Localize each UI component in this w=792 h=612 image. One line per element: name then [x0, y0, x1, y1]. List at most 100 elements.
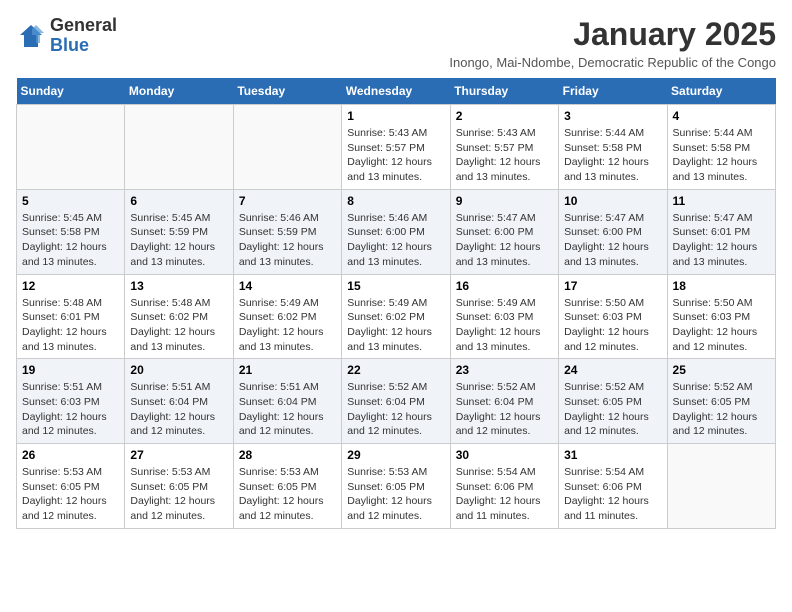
table-row: 1 Sunrise: 5:43 AMSunset: 5:57 PMDaylight…	[342, 105, 450, 190]
location-subtitle: Inongo, Mai-Ndombe, Democratic Republic …	[449, 55, 776, 70]
calendar-week-5: 26 Sunrise: 5:53 AMSunset: 6:05 PMDayligh…	[17, 444, 776, 529]
table-row: 12 Sunrise: 5:48 AMSunset: 6:01 PMDayligh…	[17, 274, 125, 359]
day-number: 25	[673, 363, 770, 377]
calendar-week-3: 12 Sunrise: 5:48 AMSunset: 6:01 PMDayligh…	[17, 274, 776, 359]
day-info: Sunrise: 5:48 AMSunset: 6:01 PMDaylight:…	[22, 296, 119, 355]
day-info: Sunrise: 5:53 AMSunset: 6:05 PMDaylight:…	[239, 465, 336, 524]
logo-general-text: General	[50, 15, 117, 35]
table-row	[667, 444, 775, 529]
day-number: 23	[456, 363, 553, 377]
logo-icon	[16, 21, 46, 51]
day-info: Sunrise: 5:53 AMSunset: 6:05 PMDaylight:…	[22, 465, 119, 524]
day-info: Sunrise: 5:52 AMSunset: 6:05 PMDaylight:…	[564, 380, 661, 439]
col-sunday: Sunday	[17, 78, 125, 105]
table-row: 14 Sunrise: 5:49 AMSunset: 6:02 PMDayligh…	[233, 274, 341, 359]
day-info: Sunrise: 5:49 AMSunset: 6:02 PMDaylight:…	[239, 296, 336, 355]
table-row: 17 Sunrise: 5:50 AMSunset: 6:03 PMDayligh…	[559, 274, 667, 359]
day-number: 28	[239, 448, 336, 462]
day-info: Sunrise: 5:45 AMSunset: 5:58 PMDaylight:…	[22, 211, 119, 270]
page-header: General Blue January 2025 Inongo, Mai-Nd…	[16, 16, 776, 70]
day-info: Sunrise: 5:43 AMSunset: 5:57 PMDaylight:…	[347, 126, 444, 185]
table-row: 9Sunrise: 5:47 AMSunset: 6:00 PMDaylight…	[450, 189, 558, 274]
day-number: 3	[564, 109, 661, 123]
day-info: Sunrise: 5:47 AMSunset: 6:01 PMDaylight:…	[673, 211, 770, 270]
table-row: 23Sunrise: 5:52 AMSunset: 6:04 PMDayligh…	[450, 359, 558, 444]
day-info: Sunrise: 5:53 AMSunset: 6:05 PMDaylight:…	[130, 465, 227, 524]
table-row: 15 Sunrise: 5:49 AMSunset: 6:02 PMDayligh…	[342, 274, 450, 359]
calendar-table: Sunday Monday Tuesday Wednesday Thursday…	[16, 78, 776, 529]
table-row: 22Sunrise: 5:52 AMSunset: 6:04 PMDayligh…	[342, 359, 450, 444]
day-number: 24	[564, 363, 661, 377]
calendar-week-1: 1 Sunrise: 5:43 AMSunset: 5:57 PMDaylight…	[17, 105, 776, 190]
day-info: Sunrise: 5:54 AMSunset: 6:06 PMDaylight:…	[564, 465, 661, 524]
day-info: Sunrise: 5:52 AMSunset: 6:04 PMDaylight:…	[347, 380, 444, 439]
col-monday: Monday	[125, 78, 233, 105]
day-info: Sunrise: 5:50 AMSunset: 6:03 PMDaylight:…	[673, 296, 770, 355]
table-row: 19 Sunrise: 5:51 AMSunset: 6:03 PMDayligh…	[17, 359, 125, 444]
day-number: 1	[347, 109, 444, 123]
table-row: 24 Sunrise: 5:52 AMSunset: 6:05 PMDayligh…	[559, 359, 667, 444]
table-row: 25 Sunrise: 5:52 AMSunset: 6:05 PMDayligh…	[667, 359, 775, 444]
table-row: 18 Sunrise: 5:50 AMSunset: 6:03 PMDayligh…	[667, 274, 775, 359]
day-info: Sunrise: 5:51 AMSunset: 6:04 PMDaylight:…	[239, 380, 336, 439]
table-row: 10Sunrise: 5:47 AMSunset: 6:00 PMDayligh…	[559, 189, 667, 274]
day-info: Sunrise: 5:50 AMSunset: 6:03 PMDaylight:…	[564, 296, 661, 355]
day-number: 14	[239, 279, 336, 293]
table-row: 3Sunrise: 5:44 AMSunset: 5:58 PMDaylight…	[559, 105, 667, 190]
table-row: 6 Sunrise: 5:45 AMSunset: 5:59 PMDaylight…	[125, 189, 233, 274]
day-info: Sunrise: 5:51 AMSunset: 6:03 PMDaylight:…	[22, 380, 119, 439]
day-number: 9	[456, 194, 553, 208]
day-number: 5	[22, 194, 119, 208]
day-number: 15	[347, 279, 444, 293]
day-info: Sunrise: 5:49 AMSunset: 6:02 PMDaylight:…	[347, 296, 444, 355]
calendar-week-2: 5 Sunrise: 5:45 AMSunset: 5:58 PMDaylight…	[17, 189, 776, 274]
table-row: 21 Sunrise: 5:51 AMSunset: 6:04 PMDayligh…	[233, 359, 341, 444]
table-row	[233, 105, 341, 190]
table-row: 13 Sunrise: 5:48 AMSunset: 6:02 PMDayligh…	[125, 274, 233, 359]
table-row: 4 Sunrise: 5:44 AMSunset: 5:58 PMDaylight…	[667, 105, 775, 190]
title-block: January 2025 Inongo, Mai-Ndombe, Democra…	[449, 16, 776, 70]
table-row: 27Sunrise: 5:53 AMSunset: 6:05 PMDayligh…	[125, 444, 233, 529]
table-row	[17, 105, 125, 190]
col-friday: Friday	[559, 78, 667, 105]
table-row: 29Sunrise: 5:53 AMSunset: 6:05 PMDayligh…	[342, 444, 450, 529]
day-number: 7	[239, 194, 336, 208]
month-title: January 2025	[449, 16, 776, 53]
day-number: 16	[456, 279, 553, 293]
day-number: 8	[347, 194, 444, 208]
day-info: Sunrise: 5:53 AMSunset: 6:05 PMDaylight:…	[347, 465, 444, 524]
day-number: 11	[673, 194, 770, 208]
logo: General Blue	[16, 16, 117, 56]
day-number: 12	[22, 279, 119, 293]
col-thursday: Thursday	[450, 78, 558, 105]
day-number: 17	[564, 279, 661, 293]
table-row	[125, 105, 233, 190]
day-number: 20	[130, 363, 227, 377]
table-row: 5 Sunrise: 5:45 AMSunset: 5:58 PMDaylight…	[17, 189, 125, 274]
table-row: 30 Sunrise: 5:54 AMSunset: 6:06 PMDayligh…	[450, 444, 558, 529]
day-number: 31	[564, 448, 661, 462]
day-info: Sunrise: 5:45 AMSunset: 5:59 PMDaylight:…	[130, 211, 227, 270]
day-number: 4	[673, 109, 770, 123]
day-number: 6	[130, 194, 227, 208]
day-info: Sunrise: 5:43 AMSunset: 5:57 PMDaylight:…	[456, 126, 553, 185]
day-info: Sunrise: 5:44 AMSunset: 5:58 PMDaylight:…	[673, 126, 770, 185]
col-saturday: Saturday	[667, 78, 775, 105]
day-number: 10	[564, 194, 661, 208]
day-info: Sunrise: 5:54 AMSunset: 6:06 PMDaylight:…	[456, 465, 553, 524]
day-number: 26	[22, 448, 119, 462]
day-info: Sunrise: 5:49 AMSunset: 6:03 PMDaylight:…	[456, 296, 553, 355]
day-number: 30	[456, 448, 553, 462]
day-number: 13	[130, 279, 227, 293]
table-row: 31 Sunrise: 5:54 AMSunset: 6:06 PMDayligh…	[559, 444, 667, 529]
table-row: 11 Sunrise: 5:47 AMSunset: 6:01 PMDayligh…	[667, 189, 775, 274]
table-row: 7Sunrise: 5:46 AMSunset: 5:59 PMDaylight…	[233, 189, 341, 274]
day-info: Sunrise: 5:48 AMSunset: 6:02 PMDaylight:…	[130, 296, 227, 355]
table-row: 26 Sunrise: 5:53 AMSunset: 6:05 PMDayligh…	[17, 444, 125, 529]
day-number: 19	[22, 363, 119, 377]
table-row: 2Sunrise: 5:43 AMSunset: 5:57 PMDaylight…	[450, 105, 558, 190]
table-row: 16 Sunrise: 5:49 AMSunset: 6:03 PMDayligh…	[450, 274, 558, 359]
day-number: 21	[239, 363, 336, 377]
day-info: Sunrise: 5:52 AMSunset: 6:05 PMDaylight:…	[673, 380, 770, 439]
day-number: 18	[673, 279, 770, 293]
